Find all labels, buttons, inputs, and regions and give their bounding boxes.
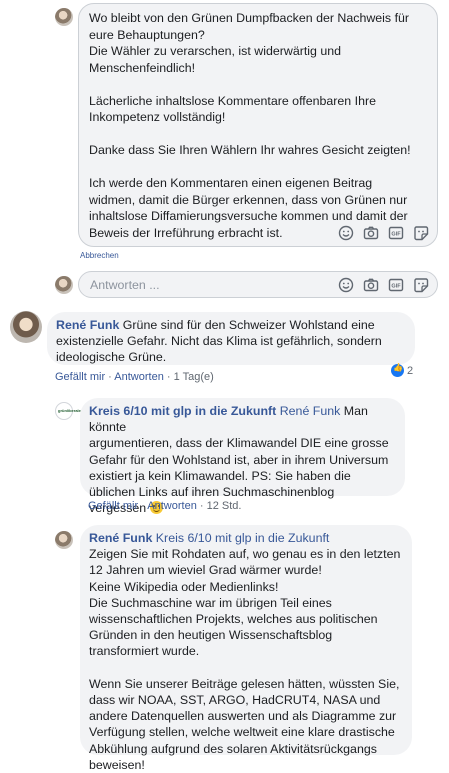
gif-icon[interactable]: GIF — [388, 277, 404, 293]
page-avatar-logo: grünliberale — [58, 408, 81, 413]
sticker-icon[interactable] — [413, 225, 429, 241]
emoji-icon[interactable] — [338, 277, 354, 293]
comment-body: René Funk Kreis 6/10 mit glp in die Zuku… — [89, 530, 409, 773]
mentioned-page[interactable]: Kreis 6/10 mit glp in die Zukunft — [156, 531, 330, 545]
svg-text:GIF: GIF — [391, 232, 401, 238]
reply-placeholder: Antworten ... — [90, 278, 160, 292]
sticker-icon[interactable] — [413, 277, 429, 293]
camera-icon[interactable] — [363, 225, 379, 241]
comment-timestamp[interactable]: 12 Std. — [207, 500, 242, 512]
comment-bubble: Kreis 6/10 mit glp in die Zukunft René F… — [80, 398, 405, 515]
avatar[interactable] — [55, 8, 73, 26]
avatar[interactable] — [10, 311, 42, 343]
gif-icon[interactable]: GIF — [388, 225, 404, 241]
comment-body: René Funk Grüne sind für den Schweizer W… — [56, 317, 412, 366]
cancel-edit-link[interactable]: Abbrechen — [80, 251, 119, 260]
svg-text:GIF: GIF — [391, 284, 401, 290]
reaction-count-label: 2 — [407, 364, 414, 377]
reaction-count[interactable]: 2 — [391, 363, 414, 377]
like-button[interactable]: Gefällt mir — [55, 371, 105, 383]
comment-edit-field[interactable]: Wo bleibt von den Grünen Dumpfbacken der… — [78, 3, 438, 247]
comment-text: Zeigen Sie mit Rohdaten auf, wo genau es… — [89, 547, 401, 772]
comment-actions: Gefällt mir · Antworten · 1 Tag(e) — [55, 371, 214, 383]
comment-bubble: René Funk Kreis 6/10 mit glp in die Zuku… — [80, 525, 412, 772]
comment-author[interactable]: René Funk — [56, 318, 119, 332]
emoji-icon[interactable] — [338, 225, 354, 241]
like-button[interactable]: Gefällt mir — [88, 500, 138, 512]
avatar[interactable] — [55, 276, 73, 294]
comment-actions: Gefällt mir · Antworten · 12 Std. — [88, 500, 242, 512]
comment-edit-text[interactable]: Wo bleibt von den Grünen Dumpfbacken der… — [89, 10, 411, 241]
comment-author[interactable]: René Funk — [89, 531, 152, 545]
camera-icon[interactable] — [363, 277, 379, 293]
page-avatar[interactable]: grünliberale — [55, 402, 81, 420]
reply-button[interactable]: Antworten — [147, 500, 197, 512]
like-icon — [391, 363, 404, 377]
avatar[interactable] — [55, 531, 73, 549]
reply-input[interactable]: Antworten ... GIF — [78, 271, 438, 298]
mentioned-user[interactable]: René Funk — [280, 404, 341, 418]
composer-toolbar: GIF — [338, 225, 429, 241]
comment-author[interactable]: Kreis 6/10 mit glp in die Zukunft — [89, 404, 276, 418]
comment-timestamp[interactable]: 1 Tag(e) — [174, 371, 214, 383]
reply-button[interactable]: Antworten — [114, 371, 164, 383]
comment-bubble: René Funk Grüne sind für den Schweizer W… — [47, 312, 415, 365]
reply-toolbar: GIF — [338, 277, 429, 293]
